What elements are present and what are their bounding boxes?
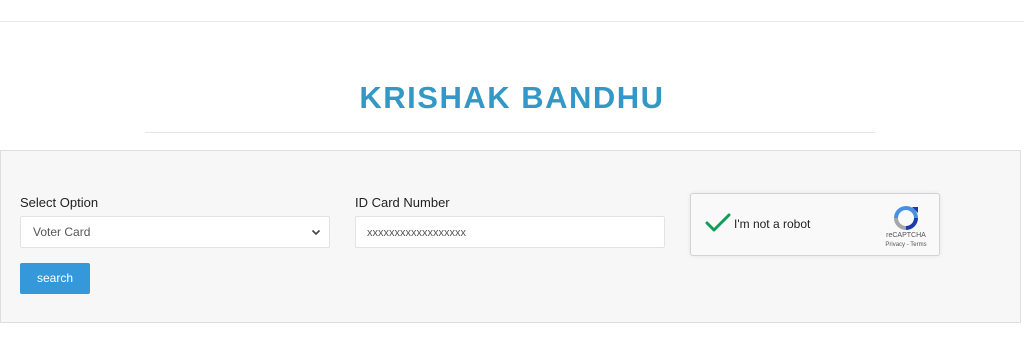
option-select[interactable]: Voter Card xyxy=(20,216,330,248)
id-card-number-label: ID Card Number xyxy=(355,195,450,210)
recaptcha-logo-icon xyxy=(891,203,921,233)
id-card-number-value: xxxxxxxxxxxxxxxxxx xyxy=(367,227,466,239)
chevron-down-icon xyxy=(311,217,321,247)
id-card-number-input[interactable]: xxxxxxxxxxxxxxxxxx xyxy=(355,216,665,248)
page: KRISHAK BANDHU Select Option Voter Card … xyxy=(0,0,1024,341)
page-title: KRISHAK BANDHU xyxy=(359,80,665,115)
recaptcha-label: I'm not a robot xyxy=(734,217,811,231)
recaptcha-brand: reCAPTCHA xyxy=(886,232,926,239)
privacy-link[interactable]: Privacy xyxy=(885,242,905,248)
search-button[interactable]: search xyxy=(20,263,90,294)
select-option-label: Select Option xyxy=(20,195,99,210)
option-select-value: Voter Card xyxy=(33,225,91,239)
top-divider xyxy=(0,21,1024,22)
checkmark-icon[interactable] xyxy=(705,212,731,234)
recaptcha-links: Privacy - Terms xyxy=(875,242,937,248)
title-divider xyxy=(145,132,875,133)
terms-link[interactable]: Terms xyxy=(910,242,926,248)
recaptcha-widget: I'm not a robot reCAPTCHA Privacy - Term… xyxy=(690,193,940,256)
